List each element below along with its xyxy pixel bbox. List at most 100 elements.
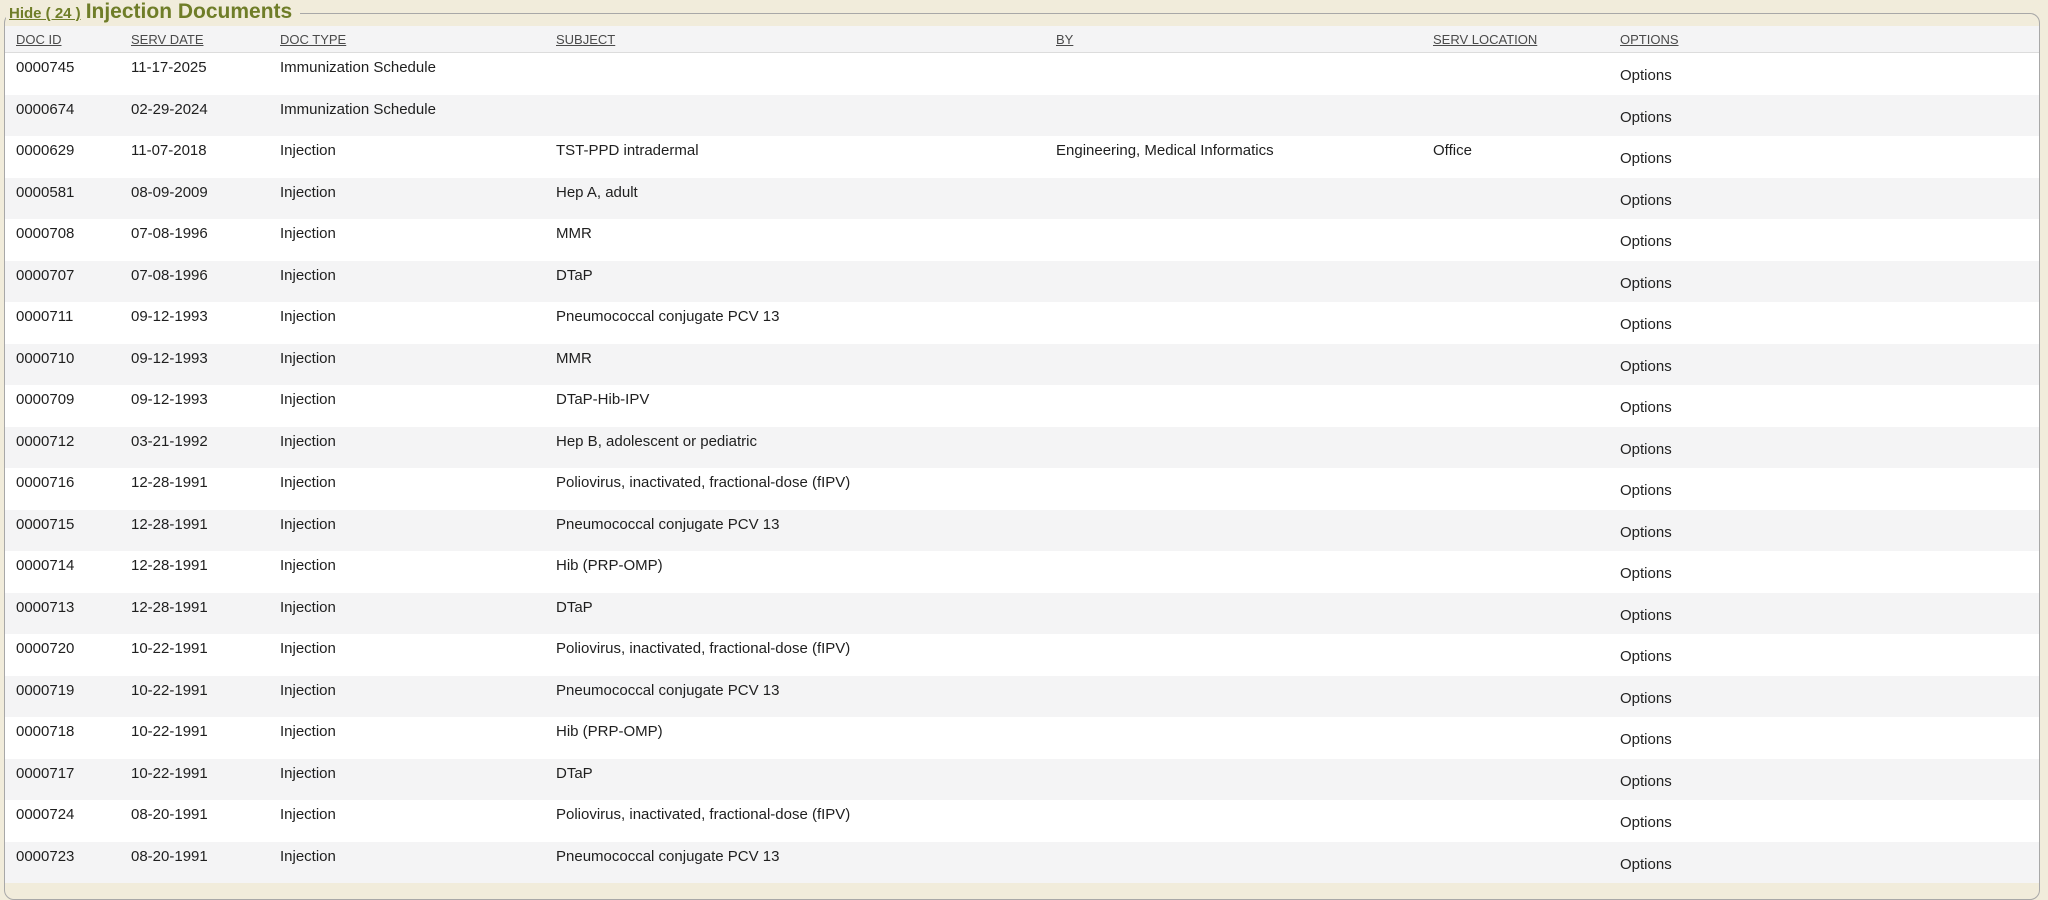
serv-location-cell — [1422, 842, 1609, 884]
subject-cell: Hib (PRP-OMP) — [545, 551, 1045, 593]
serv-location-cell — [1422, 551, 1609, 593]
options-link[interactable]: Options — [1620, 607, 1672, 624]
options-link[interactable]: Options — [1620, 358, 1672, 375]
serv-date-cell: 02-29-2024 — [120, 95, 269, 137]
by-cell — [1045, 842, 1422, 884]
column-header-serv-date-label[interactable]: SERV DATE — [131, 32, 203, 47]
subject-cell: DTaP — [545, 759, 1045, 801]
options-link[interactable]: Options — [1620, 482, 1672, 499]
serv-location-cell — [1422, 385, 1609, 427]
subject-cell: Poliovirus, inactivated, fractional-dose… — [545, 468, 1045, 510]
column-header-doc-type-label[interactable]: DOC TYPE — [280, 32, 346, 47]
options-link[interactable]: Options — [1620, 441, 1672, 458]
subject-cell: DTaP — [545, 593, 1045, 635]
subject-cell: Pneumococcal conjugate PCV 13 — [545, 842, 1045, 884]
options-link[interactable]: Options — [1620, 773, 1672, 790]
doc-type-cell: Injection — [269, 842, 545, 884]
options-link[interactable]: Options — [1620, 275, 1672, 292]
options-cell: Options — [1609, 676, 2039, 718]
table-row: 0000718 10-22-1991 Injection Hib (PRP-OM… — [5, 717, 2039, 759]
column-header-subject-label[interactable]: SUBJECT — [556, 32, 615, 47]
options-link[interactable]: Options — [1620, 67, 1672, 84]
options-link[interactable]: Options — [1620, 690, 1672, 707]
panel-title: Injection Documents — [86, 0, 293, 23]
options-link[interactable]: Options — [1620, 233, 1672, 250]
options-link[interactable]: Options — [1620, 192, 1672, 209]
doc-id-cell: 0000716 — [5, 468, 120, 510]
options-link[interactable]: Options — [1620, 731, 1672, 748]
hide-documents-link[interactable]: Hide ( 24 ) — [9, 5, 81, 22]
serv-date-cell: 08-09-2009 — [120, 178, 269, 220]
serv-date-cell: 10-22-1991 — [120, 676, 269, 718]
doc-type-cell: Injection — [269, 344, 545, 386]
options-cell: Options — [1609, 842, 2039, 884]
serv-date-cell: 10-22-1991 — [120, 759, 269, 801]
subject-cell: Hep A, adult — [545, 178, 1045, 220]
subject-cell: Pneumococcal conjugate PCV 13 — [545, 302, 1045, 344]
options-link[interactable]: Options — [1620, 814, 1672, 831]
table-row: 0000716 12-28-1991 Injection Poliovirus,… — [5, 468, 2039, 510]
serv-date-cell: 12-28-1991 — [120, 468, 269, 510]
options-link[interactable]: Options — [1620, 109, 1672, 126]
by-cell — [1045, 634, 1422, 676]
serv-location-cell — [1422, 759, 1609, 801]
options-link[interactable]: Options — [1620, 399, 1672, 416]
column-header-doc-id-label[interactable]: DOC ID — [16, 32, 62, 47]
doc-id-cell: 0000711 — [5, 302, 120, 344]
column-header-serv-location[interactable]: SERV LOCATION — [1422, 26, 1609, 53]
column-header-doc-id[interactable]: DOC ID — [5, 26, 120, 53]
options-link[interactable]: Options — [1620, 316, 1672, 333]
subject-cell: MMR — [545, 344, 1045, 386]
document-table-body: 0000745 11-17-2025 Immunization Schedule… — [5, 53, 2039, 884]
doc-id-cell: 0000717 — [5, 759, 120, 801]
table-header-row: DOC ID SERV DATE DOC TYPE SUBJECT BY SER… — [5, 26, 2039, 53]
subject-cell: Poliovirus, inactivated, fractional-dose… — [545, 800, 1045, 842]
options-link[interactable]: Options — [1620, 524, 1672, 541]
subject-cell: Pneumococcal conjugate PCV 13 — [545, 510, 1045, 552]
doc-type-cell: Injection — [269, 676, 545, 718]
doc-id-cell: 0000724 — [5, 800, 120, 842]
table-row: 0000708 07-08-1996 Injection MMR Options — [5, 219, 2039, 261]
table-row: 0000629 11-07-2018 Injection TST-PPD int… — [5, 136, 2039, 178]
panel-legend: Hide ( 24 ) Injection Documents — [6, 0, 300, 26]
by-cell — [1045, 717, 1422, 759]
serv-location-cell — [1422, 717, 1609, 759]
serv-location-cell — [1422, 634, 1609, 676]
serv-date-cell: 08-20-1991 — [120, 800, 269, 842]
column-header-options[interactable]: OPTIONS — [1609, 26, 2039, 53]
serv-location-cell — [1422, 344, 1609, 386]
options-cell: Options — [1609, 178, 2039, 220]
column-header-options-label[interactable]: OPTIONS — [1620, 32, 1679, 47]
table-row: 0000711 09-12-1993 Injection Pneumococca… — [5, 302, 2039, 344]
table-row: 0000707 07-08-1996 Injection DTaP Option… — [5, 261, 2039, 303]
doc-id-cell: 0000720 — [5, 634, 120, 676]
column-header-by-label[interactable]: BY — [1056, 32, 1073, 47]
serv-location-cell — [1422, 468, 1609, 510]
serv-location-cell — [1422, 95, 1609, 137]
by-cell — [1045, 178, 1422, 220]
doc-id-cell: 0000581 — [5, 178, 120, 220]
serv-location-cell: Office — [1422, 136, 1609, 178]
column-header-doc-type[interactable]: DOC TYPE — [269, 26, 545, 53]
options-link[interactable]: Options — [1620, 565, 1672, 582]
options-link[interactable]: Options — [1620, 648, 1672, 665]
doc-type-cell: Injection — [269, 385, 545, 427]
doc-type-cell: Injection — [269, 634, 545, 676]
column-header-subject[interactable]: SUBJECT — [545, 26, 1045, 53]
serv-date-cell: 08-20-1991 — [120, 842, 269, 884]
doc-type-cell: Injection — [269, 717, 545, 759]
options-link[interactable]: Options — [1620, 150, 1672, 167]
options-cell: Options — [1609, 510, 2039, 552]
options-cell: Options — [1609, 261, 2039, 303]
serv-date-cell: 10-22-1991 — [120, 634, 269, 676]
column-header-serv-location-label[interactable]: SERV LOCATION — [1433, 32, 1537, 47]
by-cell — [1045, 95, 1422, 137]
by-cell — [1045, 510, 1422, 552]
column-header-by[interactable]: BY — [1045, 26, 1422, 53]
doc-type-cell: Immunization Schedule — [269, 95, 545, 137]
serv-date-cell: 11-17-2025 — [120, 53, 269, 95]
options-link[interactable]: Options — [1620, 856, 1672, 873]
options-cell: Options — [1609, 468, 2039, 510]
serv-location-cell — [1422, 427, 1609, 469]
column-header-serv-date[interactable]: SERV DATE — [120, 26, 269, 53]
